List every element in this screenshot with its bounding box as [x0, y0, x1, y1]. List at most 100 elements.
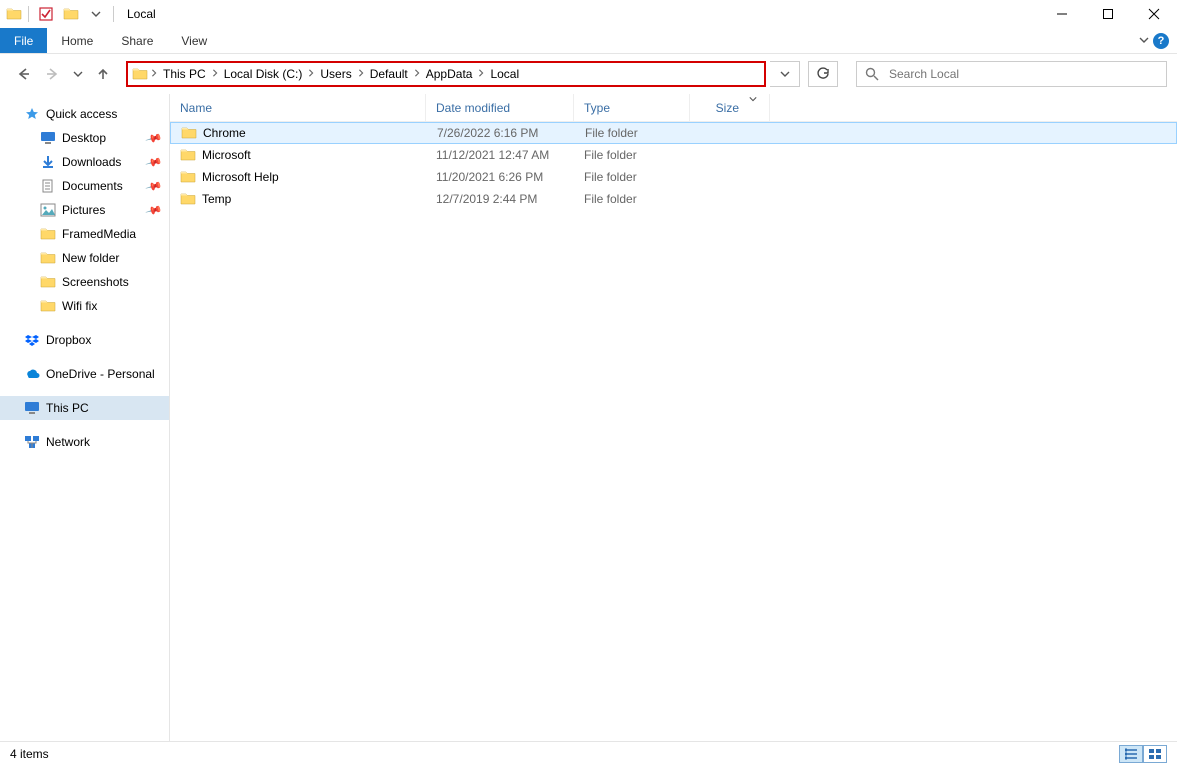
pin-icon: 📌	[145, 201, 163, 219]
sidebar-item-label: Pictures	[62, 203, 105, 217]
file-list-pane: Name Date modified Type Size Chrome 7/26/…	[170, 94, 1177, 741]
pin-icon: 📌	[145, 129, 163, 147]
address-history-button[interactable]	[770, 61, 800, 87]
search-input[interactable]	[887, 66, 1158, 82]
close-button[interactable]	[1131, 0, 1177, 28]
file-name: Temp	[202, 192, 231, 206]
star-icon	[24, 106, 40, 122]
chevron-right-icon[interactable]	[477, 69, 485, 80]
sidebar-label: Network	[46, 435, 90, 449]
maximize-button[interactable]	[1085, 0, 1131, 28]
sidebar-item[interactable]: Documents 📌	[0, 174, 169, 198]
crumb-local[interactable]: Local	[487, 65, 522, 83]
sidebar-item-label: FramedMedia	[62, 227, 136, 241]
folder-icon	[181, 125, 197, 141]
column-headers: Name Date modified Type Size	[170, 94, 1177, 122]
folder-icon	[180, 147, 196, 163]
sidebar-item[interactable]: Downloads 📌	[0, 150, 169, 174]
back-button[interactable]	[10, 61, 36, 87]
network-icon	[24, 434, 40, 450]
status-bar: 4 items	[0, 741, 1177, 765]
view-details-button[interactable]	[1119, 745, 1143, 763]
file-name: Microsoft	[202, 148, 251, 162]
sidebar-item[interactable]: Pictures 📌	[0, 198, 169, 222]
chevron-right-icon[interactable]	[357, 69, 365, 80]
sidebar-item[interactable]: FramedMedia	[0, 222, 169, 246]
ribbon-tab-share[interactable]: Share	[107, 28, 167, 53]
chevron-right-icon[interactable]	[307, 69, 315, 80]
sidebar-item[interactable]: Screenshots	[0, 270, 169, 294]
status-item-count: 4 items	[10, 747, 49, 761]
sidebar-network[interactable]: Network	[0, 430, 169, 454]
file-date: 7/26/2022 6:16 PM	[427, 126, 575, 140]
view-large-icons-button[interactable]	[1143, 745, 1167, 763]
crumb-thispc[interactable]: This PC	[160, 65, 209, 83]
documents-icon	[40, 178, 56, 194]
help-icon[interactable]: ?	[1153, 33, 1169, 49]
navigation-bar: This PC Local Disk (C:) Users Default Ap…	[0, 54, 1177, 94]
sidebar-label: Quick access	[46, 107, 117, 121]
desktop-icon	[40, 130, 56, 146]
app-folder-icon	[6, 6, 22, 22]
sidebar-thispc[interactable]: This PC	[0, 396, 169, 420]
column-type[interactable]: Type	[574, 94, 690, 121]
chevron-down-icon	[749, 95, 757, 103]
file-date: 11/12/2021 12:47 AM	[426, 148, 574, 162]
ribbon-tab-view[interactable]: View	[167, 28, 221, 53]
sidebar-item[interactable]: New folder	[0, 246, 169, 270]
qat-newfolder-icon[interactable]	[60, 6, 82, 22]
crumb-appdata[interactable]: AppData	[423, 65, 476, 83]
forward-button[interactable]	[40, 61, 66, 87]
pin-icon: 📌	[145, 153, 163, 171]
column-date[interactable]: Date modified	[426, 94, 574, 121]
crumb-drive[interactable]: Local Disk (C:)	[221, 65, 306, 83]
sidebar-item-label: Downloads	[62, 155, 121, 169]
sidebar-item-label: New folder	[62, 251, 119, 265]
file-type: File folder	[574, 148, 690, 162]
folder-icon	[40, 226, 56, 242]
chevron-right-icon[interactable]	[150, 69, 158, 80]
crumb-users[interactable]: Users	[317, 65, 354, 83]
minimize-button[interactable]	[1039, 0, 1085, 28]
file-row[interactable]: Microsoft Help11/20/2021 6:26 PMFile fol…	[170, 166, 1177, 188]
sidebar-item-label: Desktop	[62, 131, 106, 145]
chevron-right-icon[interactable]	[413, 69, 421, 80]
qat-separator-2	[113, 6, 114, 22]
file-name: Chrome	[203, 126, 246, 140]
search-box[interactable]	[856, 61, 1167, 87]
up-button[interactable]	[90, 61, 116, 87]
file-row[interactable]: Microsoft 11/12/2021 12:47 AMFile folder	[170, 144, 1177, 166]
qat-properties-icon[interactable]	[35, 7, 57, 21]
address-bar[interactable]: This PC Local Disk (C:) Users Default Ap…	[126, 61, 766, 87]
window-title: Local	[127, 7, 156, 21]
file-row[interactable]: Chrome 7/26/2022 6:16 PMFile folder	[170, 122, 1177, 144]
thispc-icon	[24, 400, 40, 416]
ribbon-collapse-icon[interactable]	[1139, 34, 1149, 48]
search-icon	[865, 67, 879, 81]
file-row[interactable]: Temp12/7/2019 2:44 PMFile folder	[170, 188, 1177, 210]
sidebar-onedrive[interactable]: OneDrive - Personal	[0, 362, 169, 386]
sidebar-quick-access[interactable]: Quick access	[0, 102, 169, 126]
folder-icon	[180, 169, 196, 185]
sidebar-item-label: Documents	[62, 179, 123, 193]
sidebar-item-label: Screenshots	[62, 275, 129, 289]
navigation-pane: Quick access Desktop📌Downloads📌Documents…	[0, 94, 170, 741]
crumb-default[interactable]: Default	[367, 65, 411, 83]
refresh-button[interactable]	[808, 61, 838, 87]
ribbon-tab-file[interactable]: File	[0, 28, 47, 53]
sidebar-item[interactable]: Wifi fix	[0, 294, 169, 318]
recent-locations-button[interactable]	[70, 61, 86, 87]
chevron-right-icon[interactable]	[211, 69, 219, 80]
address-folder-icon	[132, 66, 148, 82]
sidebar-dropbox[interactable]: Dropbox	[0, 328, 169, 352]
column-size[interactable]: Size	[690, 94, 770, 121]
column-name[interactable]: Name	[170, 94, 426, 121]
file-type: File folder	[575, 126, 691, 140]
qat-customize[interactable]	[85, 9, 107, 19]
file-date: 12/7/2019 2:44 PM	[426, 192, 574, 206]
ribbon-tab-home[interactable]: Home	[47, 28, 107, 53]
sidebar-item[interactable]: Desktop 📌	[0, 126, 169, 150]
file-type: File folder	[574, 170, 690, 184]
pin-icon: 📌	[145, 177, 163, 195]
onedrive-icon	[24, 366, 40, 382]
